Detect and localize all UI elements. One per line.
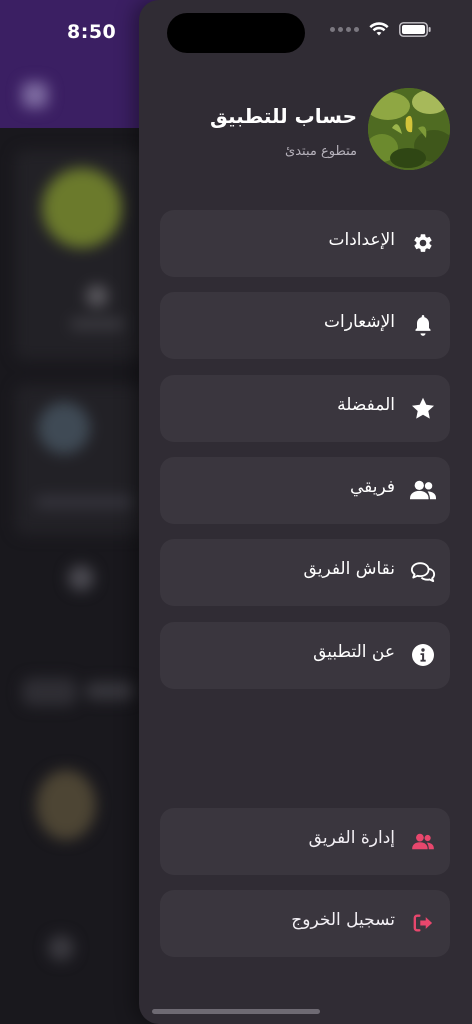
users-icon xyxy=(410,828,436,854)
menu-item-favorites[interactable]: المفضلة xyxy=(160,375,450,442)
menu-item-label: نقاش الفريق xyxy=(303,559,395,579)
menu-item-my-team[interactable]: فريقي xyxy=(160,457,450,524)
menu-item-label: الإشعارات xyxy=(324,312,395,332)
menu-item-notifications[interactable]: الإشعارات xyxy=(160,292,450,359)
wifi-icon xyxy=(369,22,389,36)
avatar[interactable] xyxy=(368,88,450,170)
logout-icon xyxy=(410,910,436,936)
star-icon xyxy=(410,395,436,421)
menu-item-logout[interactable]: تسجيل الخروج xyxy=(160,890,450,957)
gear-icon xyxy=(410,230,436,256)
navigation-drawer: حساب للتطبيق متطوع مبتدئ الإعدادات الإشع… xyxy=(139,0,472,1024)
menu-item-label: إدارة الفريق xyxy=(308,828,395,848)
avatar-photo xyxy=(368,88,450,170)
menu-item-about-app[interactable]: عن التطبيق xyxy=(160,622,450,689)
menu-item-label: عن التطبيق xyxy=(313,642,395,662)
profile-role: متطوع مبتدئ xyxy=(285,144,357,159)
profile-header[interactable]: حساب للتطبيق متطوع مبتدئ xyxy=(139,84,472,174)
menu-item-label: تسجيل الخروج xyxy=(291,910,395,930)
menu-item-label: المفضلة xyxy=(337,395,395,415)
menu-item-label: الإعدادات xyxy=(328,230,395,250)
dynamic-island xyxy=(167,13,305,53)
bell-icon xyxy=(410,312,436,338)
home-indicator[interactable] xyxy=(152,1009,320,1014)
menu-item-settings[interactable]: الإعدادات xyxy=(160,210,450,277)
menu-item-team-discussion[interactable]: نقاش الفريق xyxy=(160,539,450,606)
status-bar-icons xyxy=(330,22,432,37)
battery-icon xyxy=(399,22,431,37)
chat-bubbles-icon xyxy=(410,559,436,585)
users-icon xyxy=(410,477,436,503)
info-icon xyxy=(410,642,436,668)
profile-name: حساب للتطبيق xyxy=(209,104,357,128)
menu-item-label: فريقي xyxy=(349,477,395,497)
signal-dots-icon xyxy=(330,27,359,32)
menu-item-team-management[interactable]: إدارة الفريق xyxy=(160,808,450,875)
status-bar-time: 8:50 xyxy=(67,21,117,43)
